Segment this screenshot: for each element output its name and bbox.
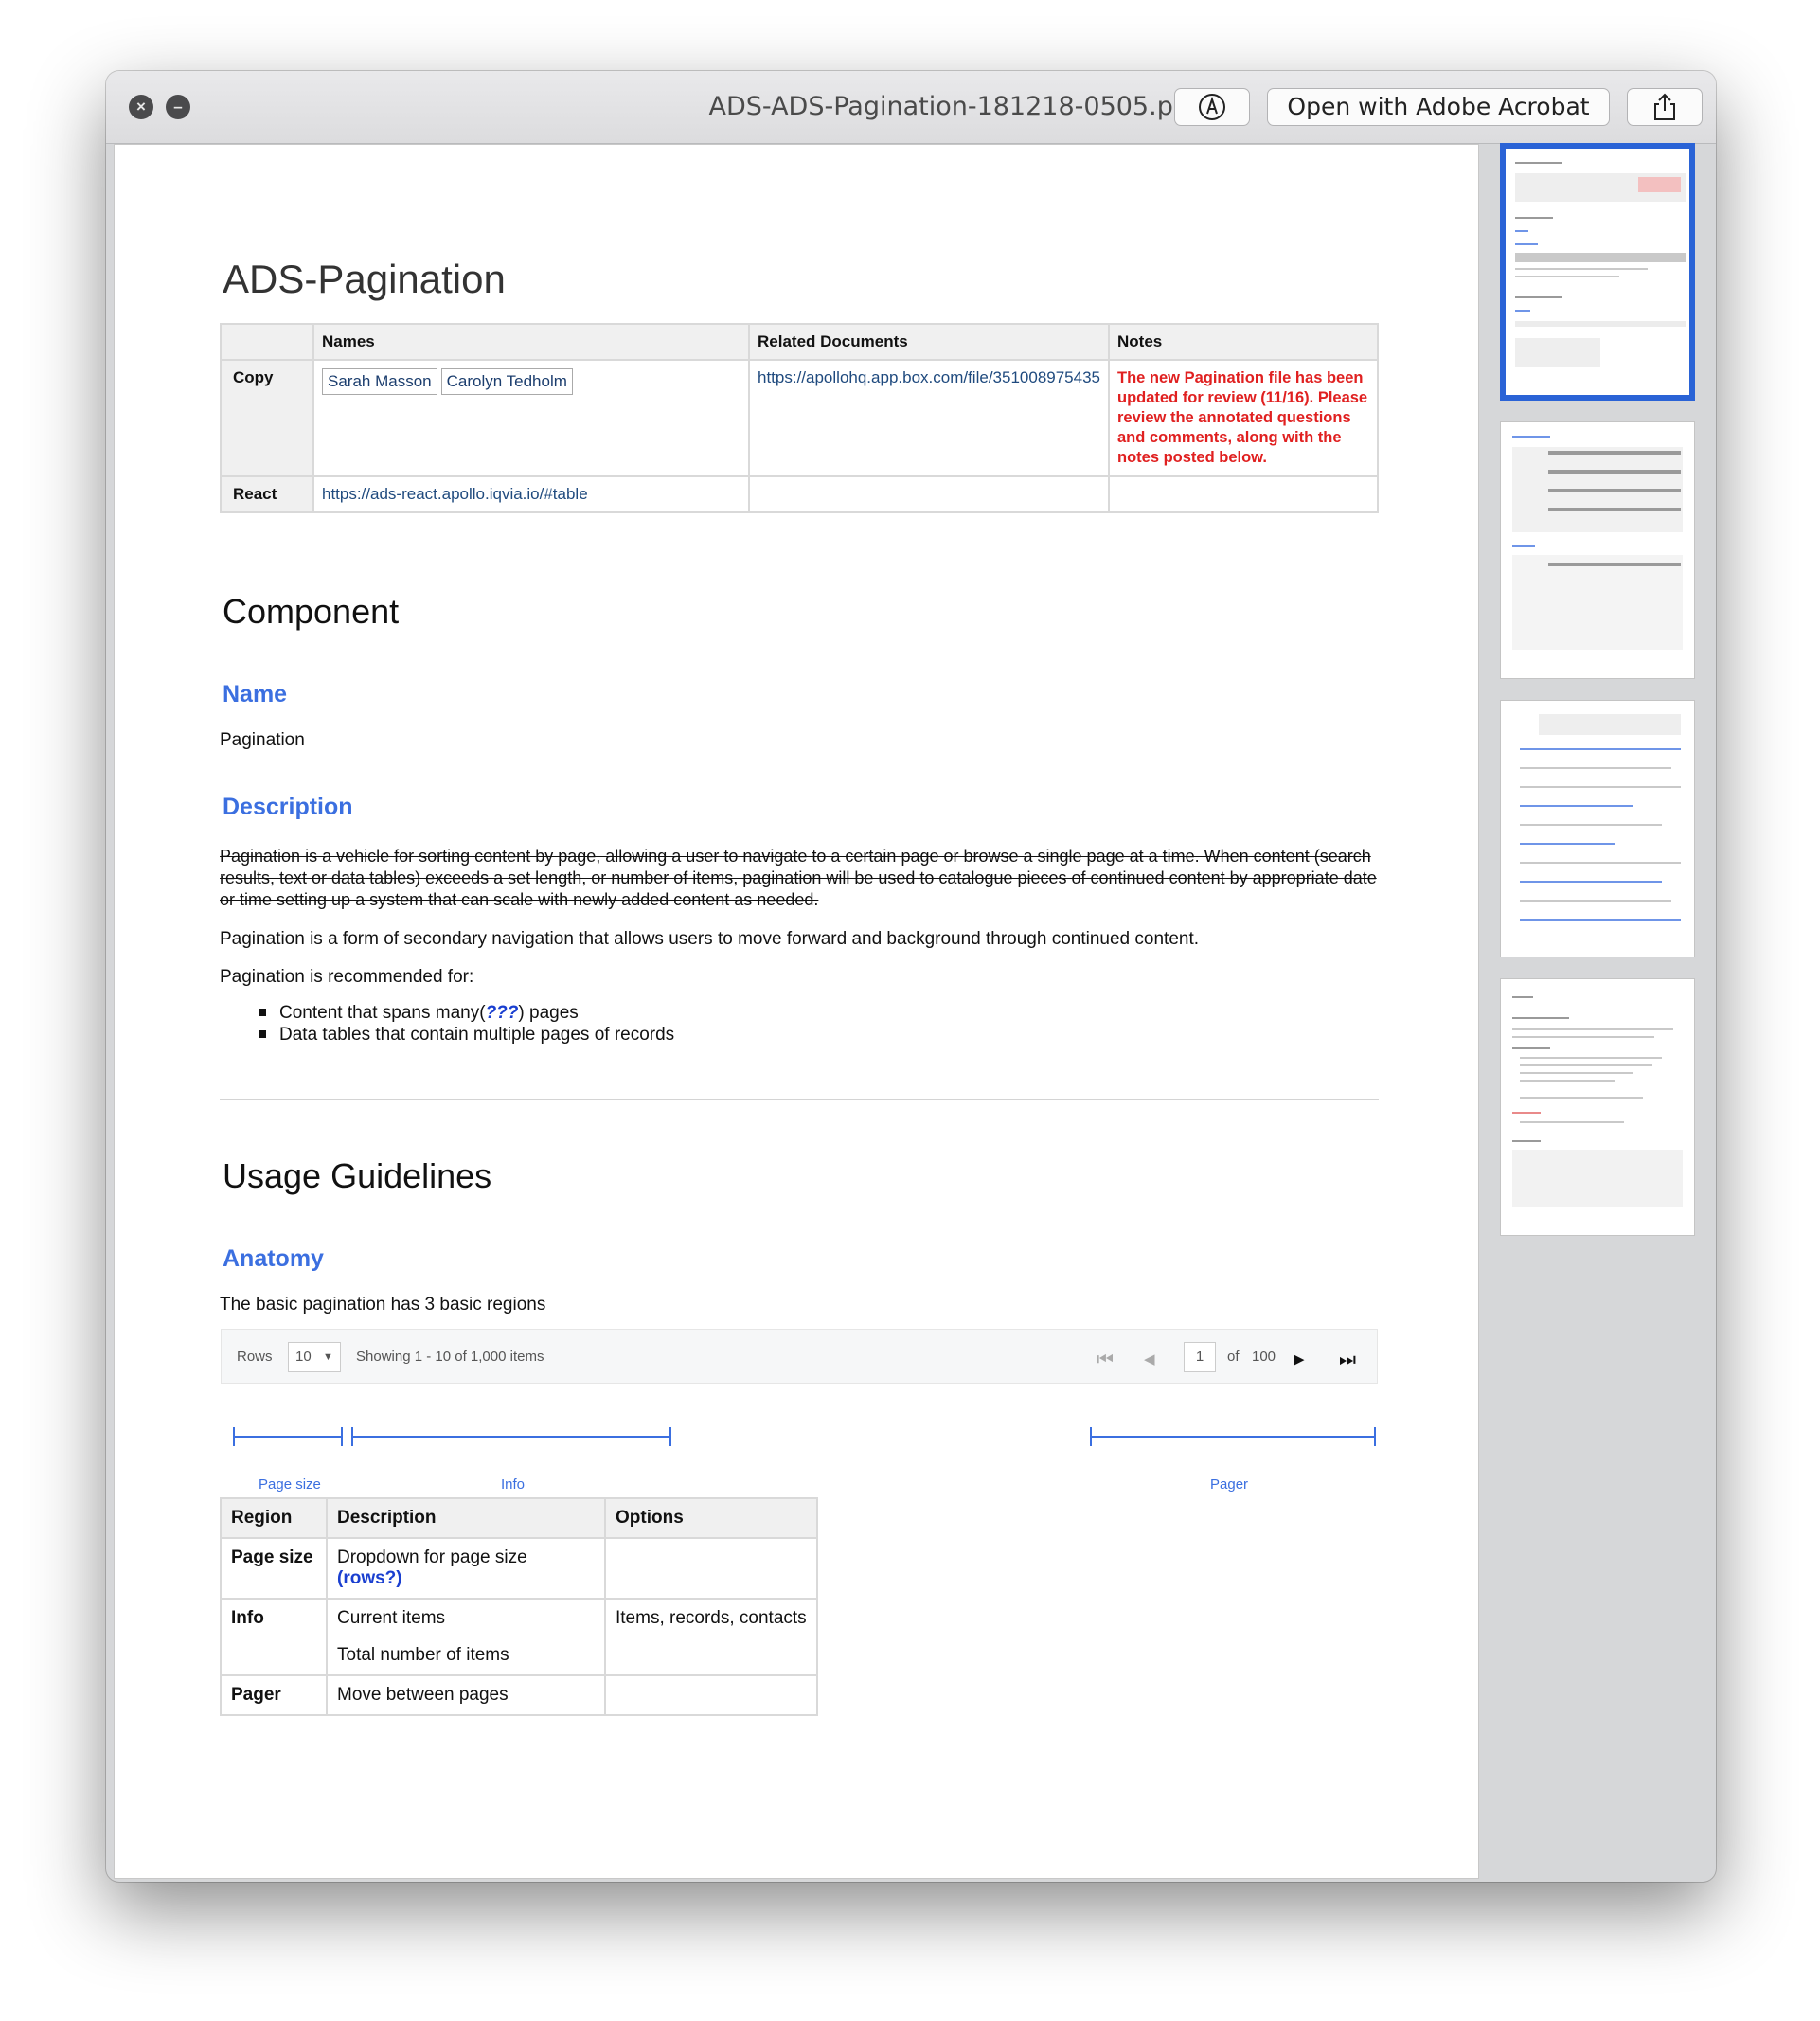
total-pages: 100 [1252, 1349, 1276, 1365]
meta-table: Names Related Documents Notes Copy Sarah… [220, 323, 1379, 513]
name-value: Pagination [220, 730, 305, 750]
page-thumbnail-1[interactable] [1500, 143, 1695, 401]
meta-row-copy: Copy Sarah Masson Carolyn Tedholm https:/… [220, 359, 1379, 477]
options-header: Options [604, 1497, 818, 1539]
related-doc-link[interactable]: https://apollohq.app.box.com/file/351008… [748, 359, 1110, 477]
preview-window: × – ADS-ADS-Pagination-181218-0505.pdf O… [106, 71, 1716, 1882]
anatomy-heading: Anatomy [223, 1245, 324, 1272]
name-chip[interactable]: Carolyn Tedholm [440, 368, 573, 395]
pagination-demo: Rows 10 ▼ Showing 1 - 10 of 1,000 items ⏮… [221, 1329, 1378, 1384]
share-icon [1654, 93, 1675, 120]
prev-page-icon[interactable]: ◀ [1144, 1349, 1155, 1371]
page-size-bracket [233, 1427, 343, 1446]
region-cell: Page size [220, 1537, 328, 1600]
react-notes-cell [1108, 475, 1379, 513]
pdf-page: ADS-Pagination Names Related Documents N… [114, 144, 1479, 1879]
section-divider [220, 1099, 1379, 1100]
options-cell [604, 1537, 818, 1600]
markup-button[interactable] [1174, 88, 1250, 126]
meta-header-notes: Notes [1108, 323, 1379, 361]
chevron-down-icon: ▼ [323, 1351, 333, 1363]
meta-header-empty [220, 323, 314, 361]
meta-table-header-row: Names Related Documents Notes [220, 323, 1379, 361]
page-thumbnail-4[interactable] [1500, 978, 1695, 1236]
region-cell: Info [220, 1598, 328, 1676]
table-row: Page size Dropdown for page size (rows?) [220, 1537, 818, 1600]
react-label: React [220, 475, 314, 513]
usage-heading: Usage Guidelines [223, 1156, 492, 1195]
meta-header-related: Related Documents [748, 323, 1110, 361]
info-label: Info [501, 1476, 526, 1493]
description-heading: Description [223, 794, 353, 820]
table-row: Info Current items Total number of items … [220, 1598, 818, 1676]
meta-row-react: React https://ads-react.apollo.iqvia.io/… [220, 475, 1379, 513]
name-chip[interactable]: Sarah Masson [322, 368, 437, 395]
copy-label: Copy [220, 359, 314, 477]
react-link[interactable]: https://ads-react.apollo.iqvia.io/#table [312, 475, 750, 513]
description-cell: Move between pages [326, 1674, 606, 1716]
description-cell: Current items Total number of items [326, 1598, 606, 1676]
recommended-list: Content that spans many(???) pages Data … [259, 1002, 674, 1046]
region-header-row: Region Description Options [220, 1497, 818, 1539]
minimize-icon[interactable]: – [166, 95, 190, 119]
info-text: Showing 1 - 10 of 1,000 items [356, 1349, 544, 1365]
react-related-cell [748, 475, 1110, 513]
recommended-intro: Pagination is recommended for: [220, 967, 474, 987]
name-heading: Name [223, 681, 288, 707]
share-button[interactable] [1627, 88, 1703, 126]
pager-bracket [1090, 1427, 1376, 1446]
options-cell: Items, records, contacts [604, 1598, 818, 1676]
of-label: of [1227, 1349, 1240, 1365]
pager-label: Pager [1210, 1476, 1249, 1493]
region-cell: Pager [220, 1674, 328, 1716]
options-cell [604, 1674, 818, 1716]
description-header: Description [326, 1497, 606, 1539]
copy-notes: The new Pagination file has been updated… [1108, 359, 1379, 477]
rows-select[interactable]: 10 ▼ [288, 1342, 341, 1372]
page-size-label: Page size [259, 1476, 321, 1493]
region-header: Region [220, 1497, 328, 1539]
anatomy-text: The basic pagination has 3 basic regions [220, 1295, 546, 1315]
region-table: Region Description Options Page size Dro… [220, 1497, 818, 1716]
first-page-icon[interactable]: ⏮ [1097, 1349, 1114, 1371]
title-bar: × – ADS-ADS-Pagination-181218-0505.pdf O… [106, 71, 1716, 144]
close-icon[interactable]: × [129, 95, 153, 119]
list-item: Data tables that contain multiple pages … [259, 1024, 674, 1046]
component-heading: Component [223, 592, 400, 631]
page-thumbnail-3[interactable] [1500, 700, 1695, 957]
copy-names-cell: Sarah Masson Carolyn Tedholm [312, 359, 750, 477]
info-bracket [351, 1427, 671, 1446]
struck-description: Pagination is a vehicle for sorting cont… [220, 847, 1377, 909]
markup-pen-icon [1199, 94, 1225, 120]
page-thumbnail-2[interactable] [1500, 421, 1695, 679]
doc-title: ADS-Pagination [223, 257, 506, 301]
next-page-icon[interactable]: ▶ [1294, 1349, 1305, 1371]
open-with-acrobat-button[interactable]: Open with Adobe Acrobat [1267, 88, 1610, 126]
table-row: Pager Move between pages [220, 1674, 818, 1716]
last-page-icon[interactable]: ⏭ [1339, 1349, 1356, 1371]
page-number-input[interactable]: 1 [1184, 1342, 1216, 1372]
meta-header-names: Names [312, 323, 750, 361]
description-text: Pagination is a form of secondary naviga… [220, 929, 1200, 949]
list-item: Content that spans many(???) pages [259, 1002, 674, 1024]
description-cell: Dropdown for page size (rows?) [326, 1537, 606, 1600]
rows-label: Rows [237, 1349, 273, 1365]
